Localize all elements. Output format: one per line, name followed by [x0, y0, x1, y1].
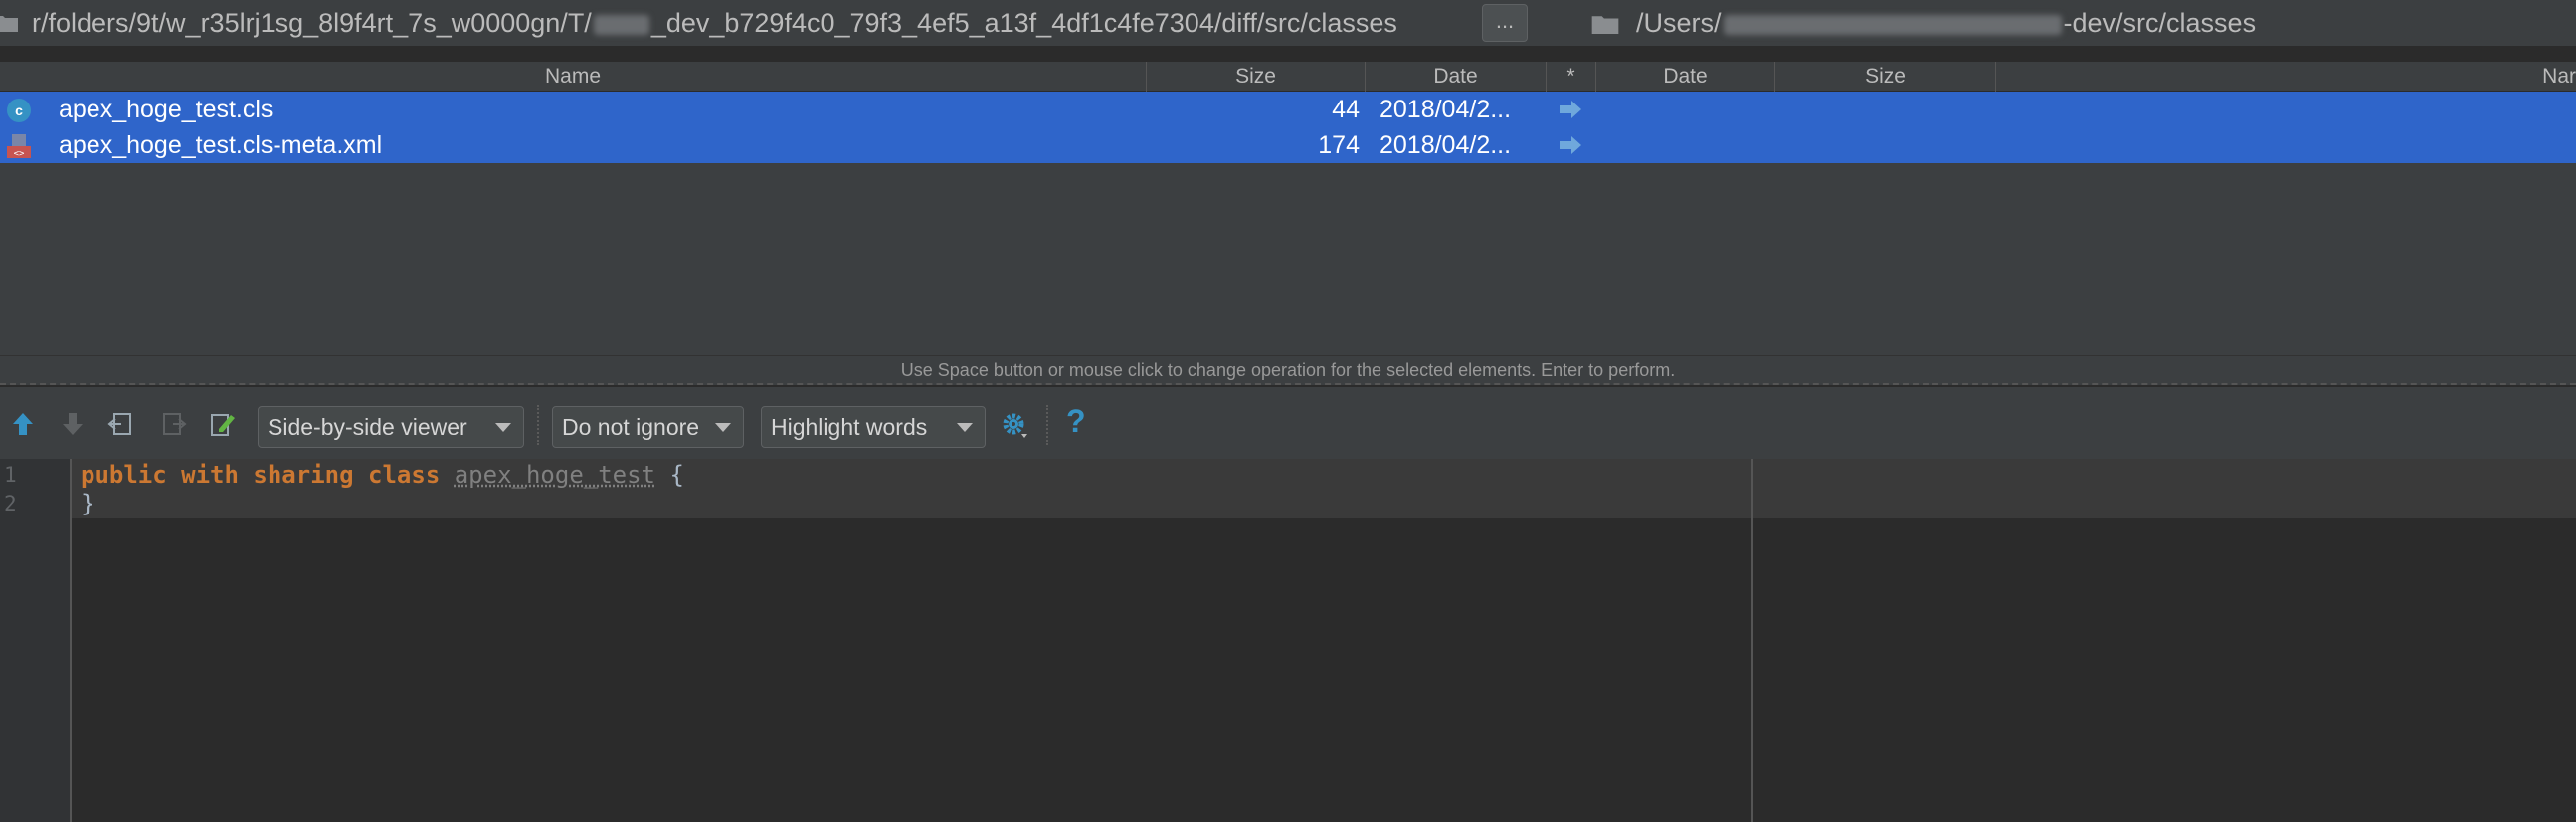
diff-editor[interactable]: 1 2 public with sharing class apex_hoge_… — [0, 459, 2576, 822]
table-header: Name Size Date * Date Size Nar — [0, 62, 2576, 92]
left-path-prefix: r/folders/9t/w_r35lrj1sg_8l9f4rt_7s_w000… — [32, 8, 592, 38]
copy-right-arrow-icon[interactable] — [1558, 100, 1583, 119]
right-path-suffix: -dev/src/classes — [2063, 8, 2257, 38]
brace: { — [669, 461, 684, 489]
left-path-suffix: _dev_b729f4c0_79f3_4ef5_a13f_4df1c4fe730… — [650, 8, 1397, 38]
column-header-date-right[interactable]: Date — [1596, 62, 1775, 92]
left-path-field[interactable]: r/folders/9t/w_r35lrj1sg_8l9f4rt_7s_w000… — [32, 0, 1464, 46]
keyword: sharing — [253, 461, 354, 489]
previous-difference-icon[interactable] — [8, 409, 38, 439]
side-by-side-divider[interactable] — [1751, 459, 1753, 822]
class-name: apex_hoge_test — [454, 461, 656, 489]
chevron-down-icon — [715, 423, 731, 432]
right-path-field[interactable]: /Users/ -dev/src/classes — [1636, 0, 2571, 46]
right-path-prefix: /Users/ — [1636, 8, 1722, 38]
hint-text: Use Space button or mouse click to chang… — [0, 355, 2576, 385]
compare-previous-file-icon[interactable] — [107, 409, 137, 439]
chevron-down-icon — [495, 423, 511, 432]
settings-gear-icon[interactable] — [1000, 410, 1029, 440]
column-header-name[interactable]: Name — [0, 62, 1147, 92]
redacted-text — [1723, 14, 2062, 35]
keyword: with — [181, 461, 239, 489]
keyword: class — [368, 461, 441, 489]
compare-next-file-icon[interactable] — [157, 409, 187, 439]
toolbar-separator — [537, 405, 539, 445]
path-bar: r/folders/9t/w_r35lrj1sg_8l9f4rt_7s_w000… — [0, 0, 2576, 46]
svg-text:c: c — [15, 103, 23, 118]
file-date: 2018/04/2... — [1380, 131, 1512, 159]
ignore-whitespace-label: Do not ignore — [562, 414, 700, 440]
column-header-size[interactable]: Size — [1147, 62, 1366, 92]
column-header-name-right[interactable]: Nar — [1996, 62, 2576, 92]
file-name: apex_hoge_test.cls-meta.xml — [59, 131, 383, 159]
viewer-mode-label: Side-by-side viewer — [268, 414, 467, 440]
next-difference-icon[interactable] — [58, 409, 88, 439]
table-row[interactable]: <> apex_hoge_test.cls-meta.xml 174 2018/… — [0, 127, 2576, 163]
line-number: 1 — [4, 463, 17, 487]
code-line[interactable]: public with sharing class apex_hoge_test… — [81, 461, 684, 489]
diff-toolbar: Side-by-side viewer Do not ignore Highli… — [0, 387, 2576, 459]
browse-button[interactable]: ... — [1482, 4, 1528, 42]
file-name: apex_hoge_test.cls — [59, 96, 274, 123]
highlight-mode-select[interactable]: Highlight words — [761, 406, 986, 448]
folder-icon — [0, 16, 18, 32]
table-row[interactable]: c apex_hoge_test.cls 44 2018/04/2... — [0, 92, 2576, 127]
keyword: public — [81, 461, 167, 489]
highlight-mode-label: Highlight words — [771, 414, 928, 440]
ignore-whitespace-select[interactable]: Do not ignore — [552, 406, 744, 448]
toolbar-separator — [1046, 405, 1048, 445]
line-number-gutter: 1 2 — [0, 459, 72, 822]
line-number: 2 — [4, 492, 17, 515]
edit-source-icon[interactable] — [207, 409, 237, 439]
apex-class-icon: c — [7, 99, 31, 122]
column-header-operation[interactable]: * — [1547, 62, 1596, 92]
file-size: 44 — [1332, 96, 1360, 123]
file-list: c apex_hoge_test.cls 44 2018/04/2... <> … — [0, 92, 2576, 355]
svg-text:<>: <> — [14, 149, 25, 159]
copy-right-arrow-icon[interactable] — [1558, 135, 1583, 155]
file-size: 174 — [1318, 131, 1360, 159]
column-header-size-right[interactable]: Size — [1775, 62, 1996, 92]
redacted-text — [593, 14, 649, 35]
chevron-down-icon — [957, 423, 973, 432]
help-icon[interactable]: ? — [1066, 403, 1086, 440]
folder-icon — [1591, 16, 1619, 34]
column-header-date[interactable]: Date — [1366, 62, 1547, 92]
file-date: 2018/04/2... — [1380, 96, 1512, 123]
xml-file-icon: <> — [7, 134, 31, 159]
code-line[interactable]: } — [81, 490, 94, 517]
viewer-mode-select[interactable]: Side-by-side viewer — [258, 406, 524, 448]
